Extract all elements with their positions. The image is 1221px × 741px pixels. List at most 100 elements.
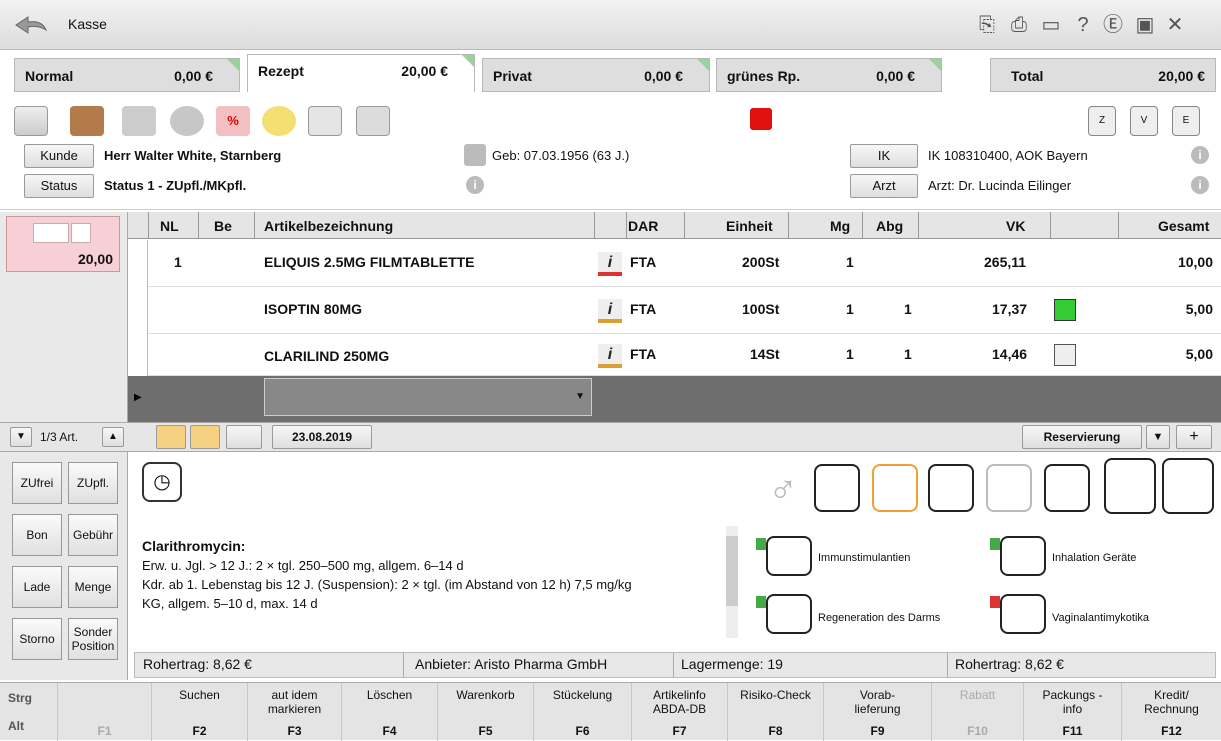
printer-icon[interactable]: ⎙ (1007, 12, 1031, 38)
zufrei-button[interactable]: ZUfrei (12, 462, 62, 504)
table-row[interactable]: 1 ELIQUIS 2.5MG FILMTABLETTE i FTA 200St… (128, 240, 1221, 287)
z-rezept-icon[interactable]: Z (1088, 106, 1116, 136)
fkey-f3[interactable]: aut idem markieren F3 (248, 683, 342, 741)
inhalation-icon[interactable] (1000, 536, 1046, 576)
article-info-icon[interactable]: i (598, 299, 622, 323)
fkey-f8[interactable]: Risiko-Check F8 (728, 683, 824, 741)
v-rezept-icon[interactable]: V (1130, 106, 1158, 136)
tab-amount: 20,00 € (401, 63, 448, 79)
lade-button[interactable]: Lade (12, 566, 62, 608)
fkey-f12[interactable]: Kredit/ Rechnung F12 (1122, 683, 1221, 741)
scrollbar-thumb[interactable] (726, 536, 738, 606)
fkey-f2[interactable]: Suchen F2 (152, 683, 248, 741)
calendar-back-icon[interactable] (156, 425, 186, 449)
immunstimulantien-icon[interactable] (766, 536, 812, 576)
fkey-key: F7 (672, 724, 687, 738)
arzt-button[interactable]: Arzt (850, 174, 918, 198)
category-label: Inhalation Geräte (1052, 552, 1137, 564)
people-icon[interactable] (170, 106, 204, 136)
category-indicator (990, 538, 1000, 550)
scroll-down-icon[interactable]: ▼ (10, 427, 32, 447)
fkey-f10[interactable]: Rabatt F10 (932, 683, 1024, 741)
help-icon[interactable]: ? (1071, 12, 1095, 38)
price-tag-icon[interactable] (1054, 299, 1076, 321)
document-icon[interactable] (308, 106, 342, 136)
fkey-label: aut idem markieren (267, 688, 322, 716)
tab-gruenes-rp[interactable]: grünes Rp. 0,00 € (716, 58, 942, 92)
storno-button[interactable]: Storno (12, 618, 62, 660)
cell-mg: 1 (846, 346, 854, 362)
back-arrow-icon[interactable] (14, 14, 48, 36)
close-icon[interactable]: ✕ (1163, 12, 1187, 38)
calendar-delete-icon[interactable] (226, 425, 262, 449)
gebuehr-button[interactable]: Gebühr (68, 514, 118, 556)
article-info-panel: ◷ Clarithromycin: Erw. u. Jgl. > 12 J.: … (128, 452, 1221, 652)
info-icon[interactable]: i (466, 176, 484, 194)
col-divider (1050, 212, 1051, 239)
article-search-dropdown[interactable]: ▼ (264, 378, 592, 416)
dosage-line: KG, allgem. 5–10 d, max. 14 d (142, 596, 318, 611)
category-label: Regeneration des Darms (818, 612, 941, 624)
article-info-icon[interactable]: i (598, 344, 622, 368)
receipt-card[interactable]: 20,00 (6, 216, 120, 272)
fkey-f4[interactable]: Löschen F4 (342, 683, 438, 741)
anbieter-text: Anbieter: Aristo Pharma GmbH (415, 656, 608, 672)
monitor-icon[interactable]: ▭ (1039, 12, 1063, 38)
chevron-down-icon: ▼ (575, 391, 585, 402)
zupfl-button[interactable]: ZUpfl. (68, 462, 118, 504)
minimize-window-icon[interactable]: ▣ (1133, 12, 1157, 38)
reservierung-button[interactable]: Reservierung (1022, 425, 1142, 449)
discount-icon[interactable]: % (216, 106, 250, 136)
tab-rezept[interactable]: Rezept 20,00 € (247, 54, 475, 92)
table-row[interactable]: ISOPTIN 80MG i FTA 100St 1 1 17,37 5,00 (128, 287, 1221, 334)
clock-icon[interactable]: ◷ (142, 462, 182, 502)
price-tag-icon[interactable] (1054, 344, 1076, 366)
title-bar: Kasse ⎘ ⎙ ▭ ? Ⓔ ▣ ✕ (0, 0, 1221, 50)
vaginal-icon[interactable] (1000, 594, 1046, 634)
ik-button[interactable]: IK (850, 144, 918, 168)
darm-icon[interactable] (766, 594, 812, 634)
tab-privat[interactable]: Privat 0,00 € (482, 58, 710, 92)
fkey-key: F10 (967, 724, 988, 738)
e-icon[interactable]: Ⓔ (1101, 12, 1125, 38)
note-icon[interactable] (356, 106, 390, 136)
calendar-forward-icon[interactable] (190, 425, 220, 449)
status-button[interactable]: Status (24, 174, 94, 198)
fkey-f1[interactable]: F1 (58, 683, 152, 741)
card-reader-icon[interactable] (14, 106, 48, 136)
scroll-up-icon[interactable]: ▲ (102, 427, 124, 447)
col-nl: NL (160, 218, 179, 234)
printer-doc-icon[interactable] (122, 106, 156, 136)
fkey-f6[interactable]: Stückelung F6 (534, 683, 632, 741)
e-rezept-icon[interactable]: E (1172, 106, 1200, 136)
add-icon[interactable]: + (1176, 425, 1212, 449)
kunde-button[interactable]: Kunde (24, 144, 94, 168)
clipboard-icon[interactable]: ⎘ (975, 12, 999, 38)
col-artikel: Artikelbezeichnung (264, 218, 394, 234)
fkey-f5[interactable]: Warenkorb F5 (438, 683, 534, 741)
col-dar: DAR (628, 218, 659, 234)
date-button[interactable]: 23.08.2019 (272, 425, 372, 449)
cell-einheit: 14St (750, 346, 780, 362)
fkey-f7[interactable]: Artikelinfo ABDA-DB F7 (632, 683, 728, 741)
fkey-f11[interactable]: Packungs - info F11 (1024, 683, 1122, 741)
article-info-icon[interactable]: i (598, 252, 622, 276)
chevron-down-icon[interactable]: ▼ (1146, 425, 1170, 449)
info-icon[interactable]: i (1191, 146, 1209, 164)
row-pointer-icon: ▶ (134, 392, 142, 403)
table-row[interactable]: CLARILIND 250MG i FTA 14St 1 1 14,46 5,0… (128, 334, 1221, 376)
info-icon[interactable]: i (1191, 176, 1209, 194)
fkey-f9[interactable]: Vorab-lieferung F9 (824, 683, 932, 741)
scrollbar[interactable] (726, 526, 738, 638)
star-icon[interactable] (262, 106, 296, 136)
bon-button[interactable]: Bon (12, 514, 62, 556)
menge-button[interactable]: Menge (68, 566, 118, 608)
birthday-icon[interactable] (464, 144, 486, 166)
tab-label: Rezept (258, 63, 304, 79)
stop-icon[interactable] (750, 108, 772, 130)
tab-label: Privat (493, 68, 532, 84)
handshake-icon[interactable] (70, 106, 104, 136)
cell-abg: 1 (904, 301, 912, 317)
sonder-position-button[interactable]: Sonder Position (68, 618, 118, 660)
tab-normal[interactable]: Normal 0,00 € (14, 58, 240, 92)
